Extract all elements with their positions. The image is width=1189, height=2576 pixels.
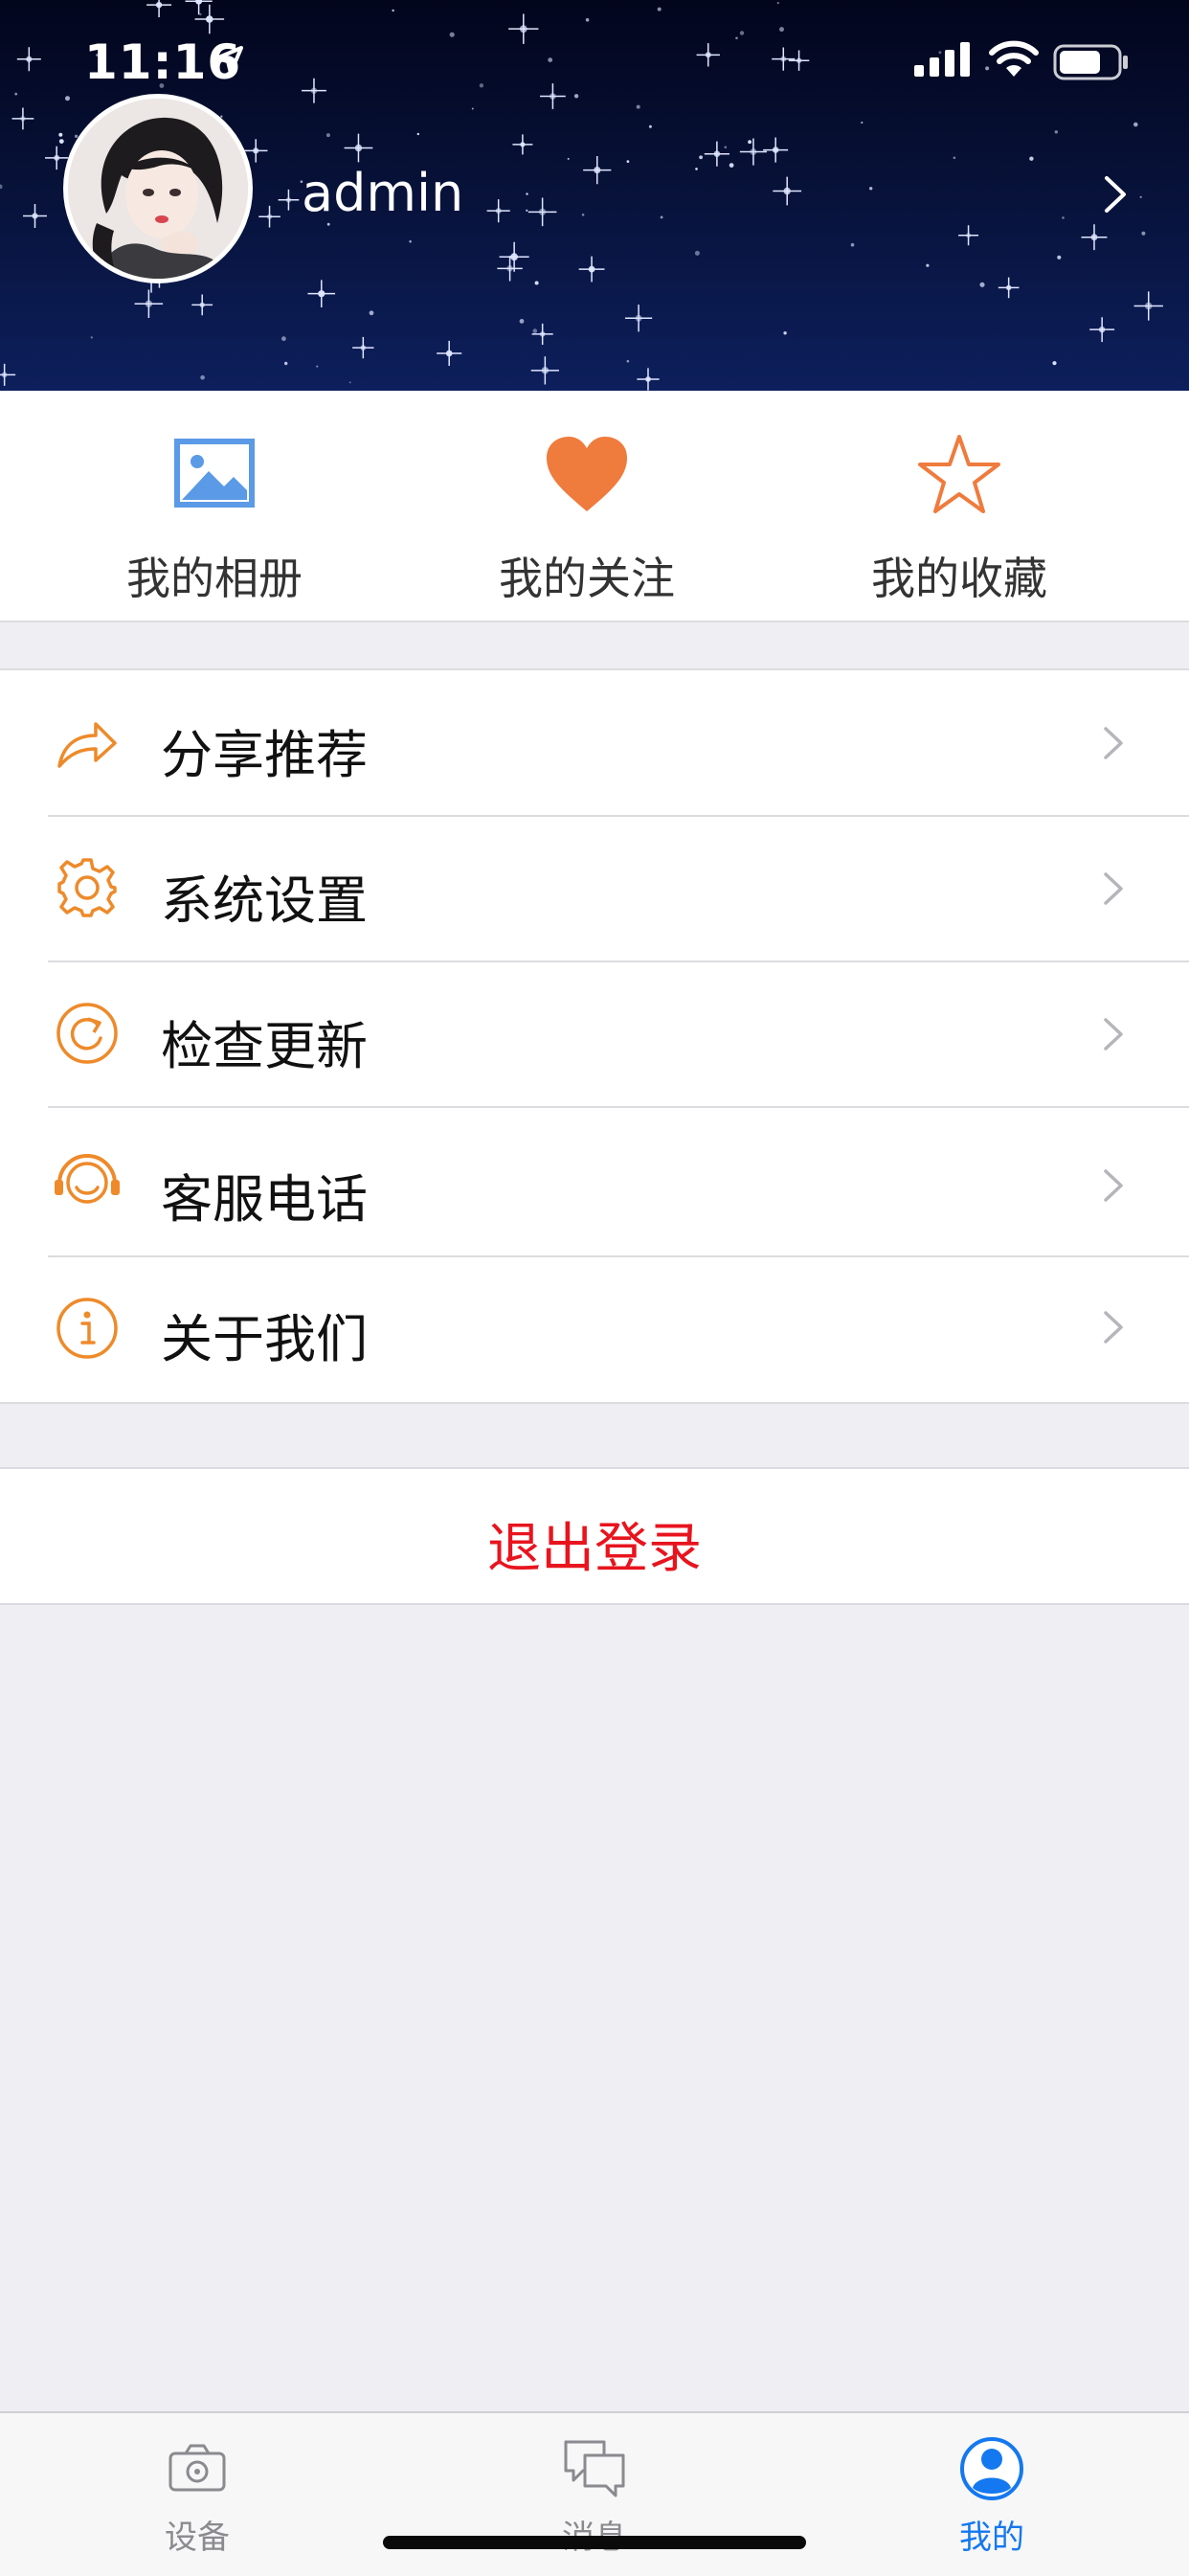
user-icon	[960, 2437, 1023, 2500]
tab-me[interactable]: 我的	[848, 2413, 1135, 2576]
quick-action-label: 我的收藏	[871, 553, 1047, 604]
menu-item-label: 检查更新	[161, 1016, 368, 1076]
share-icon	[57, 722, 117, 768]
quick-action-album[interactable]: 我的相册	[71, 391, 358, 621]
chevron-right-icon	[1104, 1169, 1123, 1202]
chevron-right-icon	[1104, 1311, 1123, 1344]
tab-label: 消息	[451, 2511, 738, 2558]
tab-label: 设备	[165, 2519, 230, 2557]
heart-icon	[547, 437, 627, 511]
cellular-signal-icon	[914, 42, 970, 77]
menu-item-check-update[interactable]: 检查更新	[0, 961, 1189, 1107]
menu-item-label: 分享推荐	[161, 725, 368, 785]
wifi-icon	[989, 40, 1039, 77]
quick-action-label: 我的关注	[499, 553, 675, 604]
camera-icon	[168, 2444, 226, 2492]
logout-label: 退出登录	[487, 1518, 702, 1580]
logout-button[interactable]: 退出登录	[0, 1467, 1189, 1605]
menu-item-label: 客服电话	[161, 1169, 368, 1230]
quick-action-label: 我的相册	[126, 553, 303, 604]
menu-item-share[interactable]: 分享推荐	[0, 670, 1189, 816]
home-indicator	[383, 2536, 806, 2549]
menu-item-customer-service[interactable]: 客服电话	[0, 1107, 1189, 1253]
refresh-icon	[56, 1003, 118, 1064]
username[interactable]: admin	[302, 163, 463, 223]
location-arrow-icon	[214, 46, 243, 75]
chevron-right-icon	[1104, 1018, 1123, 1051]
tab-bar: 设备 消息 我的	[0, 2411, 1189, 2576]
profile-header[interactable]: 11:16 admin	[0, 0, 1189, 391]
chevron-right-icon[interactable]	[1101, 172, 1130, 216]
chevron-right-icon	[1104, 872, 1123, 905]
headset-icon	[55, 1154, 120, 1204]
menu-item-about[interactable]: 关于我们	[0, 1256, 1189, 1402]
menu-item-label: 关于我们	[161, 1309, 368, 1369]
quick-actions: 我的相册 我的关注 我的收藏	[0, 391, 1189, 622]
avatar-portrait	[68, 99, 248, 279]
photo-album-icon	[174, 439, 255, 508]
menu-item-label: 系统设置	[161, 870, 368, 931]
info-icon	[56, 1298, 118, 1359]
tab-devices[interactable]: 设备	[54, 2413, 341, 2576]
quick-action-following[interactable]: 我的关注	[443, 391, 730, 621]
chevron-right-icon	[1104, 727, 1123, 759]
message-icon	[564, 2440, 625, 2497]
tab-label: 我的	[959, 2519, 1024, 2557]
settings-menu: 分享推荐 系统设置 检查更新 客服电话 关于我们	[0, 668, 1189, 1404]
star-icon	[918, 435, 1000, 513]
avatar[interactable]	[63, 94, 253, 283]
menu-item-settings[interactable]: 系统设置	[0, 816, 1189, 961]
quick-action-favorites[interactable]: 我的收藏	[816, 391, 1103, 621]
gear-icon	[57, 858, 117, 917]
battery-icon	[1053, 44, 1128, 80]
tab-messages[interactable]: 消息	[451, 2413, 738, 2576]
